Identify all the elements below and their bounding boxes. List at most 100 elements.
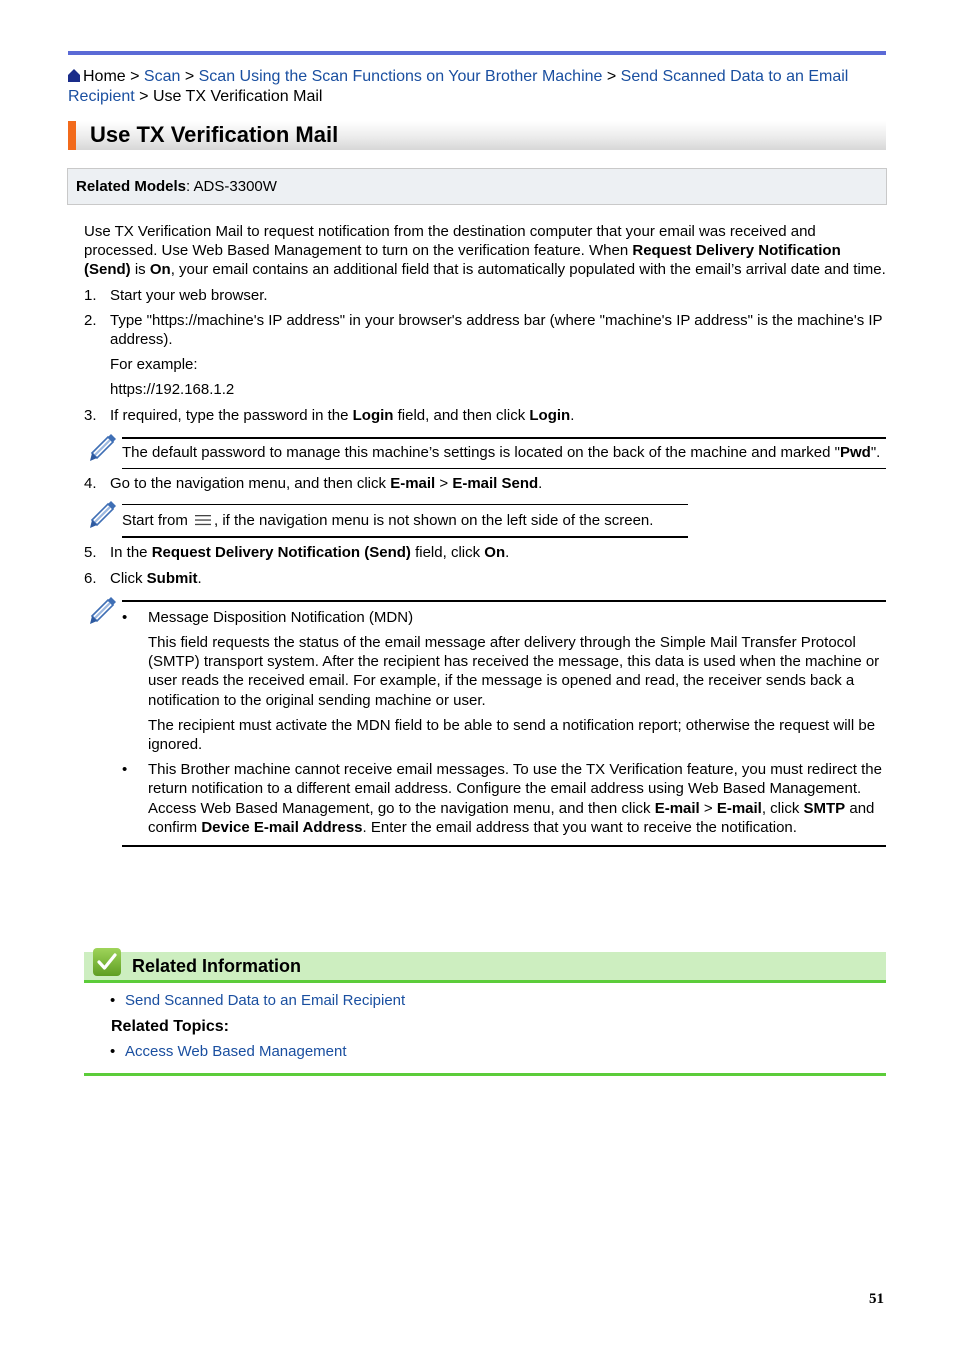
step-text-part: Click xyxy=(110,569,147,587)
related-models-label: Related Models xyxy=(76,178,187,195)
step-text-part: > xyxy=(435,475,453,493)
breadcrumb-home[interactable]: Home xyxy=(83,68,126,85)
step-example-url: https://192.168.1.2 xyxy=(110,381,235,399)
bullet-paragraph: This Brother machine cannot receive emai… xyxy=(148,760,886,837)
step-1: 1. Start your web browser. xyxy=(84,286,886,305)
top-rule xyxy=(68,51,886,55)
step-number: 3. xyxy=(84,406,97,424)
step-4: 4. Go to the navigation menu, and then c… xyxy=(84,474,886,493)
step-number: 1. xyxy=(84,286,97,304)
bullet-bold: E-mail xyxy=(716,799,762,817)
related-information-header: Related Information xyxy=(84,948,886,983)
step-example-label: For example: xyxy=(110,356,198,374)
step-bold: Login xyxy=(352,406,394,424)
main-content: Use TX Verification Mail to request noti… xyxy=(84,222,886,848)
step-bold: Submit xyxy=(146,569,198,587)
note-text: , if the navigation menu is not shown on… xyxy=(214,512,654,530)
related-info-item: • Send Scanned Data to an Email Recipient xyxy=(84,991,886,1010)
bullet-text: > xyxy=(699,799,717,817)
related-topics-list: • Access Web Based Management xyxy=(84,1042,886,1061)
step-text-part: . xyxy=(570,406,575,424)
step-text-part: field, and then click xyxy=(393,406,530,424)
related-information-title: Related Information xyxy=(132,956,302,976)
title-bar: Use TX Verification Mail xyxy=(68,121,886,150)
related-models-separator: : xyxy=(186,178,194,195)
step-text-part: field, click xyxy=(410,544,485,562)
step-text-part: . xyxy=(505,544,510,562)
related-link-access-web-based-management[interactable]: Access Web Based Management xyxy=(125,1043,347,1060)
note-text: The default password to manage this mach… xyxy=(122,443,840,461)
bullet-paragraph: The recipient must activate the MDN fiel… xyxy=(148,716,876,754)
step-6: 6. Click Submit. xyxy=(84,569,886,588)
related-information: Related Information • Send Scanned Data t… xyxy=(84,948,886,1076)
breadcrumb-link-scan[interactable]: Scan xyxy=(144,68,180,85)
related-link-send-scanned-data[interactable]: Send Scanned Data to an Email Recipient xyxy=(125,992,405,1009)
intro-text: is xyxy=(130,261,150,279)
bullet-text: . Enter the email address that you want … xyxy=(362,818,797,836)
related-topics-label: Related Topics: xyxy=(111,1018,229,1035)
step-bold: On xyxy=(484,544,506,562)
pencil-icon xyxy=(90,501,116,529)
related-info-list: • Send Scanned Data to an Email Recipient xyxy=(84,991,886,1010)
bullet: • xyxy=(110,1043,116,1060)
step-number: 6. xyxy=(84,569,97,587)
bullet-bold: E-mail xyxy=(654,799,700,817)
step-bold: E-mail Send xyxy=(452,475,539,493)
step-3: 3. If required, type the password in the… xyxy=(84,406,886,425)
related-topic-item: • Access Web Based Management xyxy=(84,1042,886,1061)
note-body: Start from , if the navigation menu is n… xyxy=(122,504,688,539)
note-mdn: • Message Disposition Notification (MDN)… xyxy=(84,596,886,848)
related-models-value: ADS-3300W xyxy=(193,178,277,195)
step-number: 5. xyxy=(84,544,97,562)
note-bullet-mdn: • Message Disposition Notification (MDN)… xyxy=(122,608,886,754)
title-accent xyxy=(68,121,76,150)
breadcrumb: Home > Scan > Scan Using the Scan Functi… xyxy=(68,67,868,107)
breadcrumb-separator: > xyxy=(180,68,199,85)
pencil-icon xyxy=(90,596,116,624)
bullet-bold: SMTP xyxy=(803,799,846,817)
intro-paragraph: Use TX Verification Mail to request noti… xyxy=(84,222,886,280)
home-icon[interactable] xyxy=(68,69,80,82)
bullet-text: , click xyxy=(761,799,804,817)
page-number: 51 xyxy=(869,1291,884,1307)
bullet: • xyxy=(110,992,116,1009)
step-text: If required, type the password in the Lo… xyxy=(110,406,886,425)
step-2: 2. Type "https://machine's IP address" i… xyxy=(84,311,886,400)
related-bottom-rule xyxy=(84,1073,886,1076)
breadcrumb-separator: > xyxy=(602,68,621,85)
step-bold: E-mail xyxy=(390,475,436,493)
breadcrumb-current: Use TX Verification Mail xyxy=(152,88,323,105)
breadcrumb-separator: > xyxy=(134,88,153,105)
bullet: • xyxy=(122,761,128,779)
note-body: The default password to manage this mach… xyxy=(122,436,886,470)
step-text-part: If required, type the password in the xyxy=(110,406,353,424)
intro-text: , your email contains an additional fiel… xyxy=(170,261,886,279)
pencil-icon xyxy=(90,433,116,461)
note-text: Start from xyxy=(122,512,193,530)
step-number: 4. xyxy=(84,475,97,493)
step-bold: Request Delivery Notification (Send) xyxy=(151,544,411,562)
step-text: Go to the navigation menu, and then clic… xyxy=(110,474,886,493)
step-text: Start your web browser. xyxy=(110,286,268,304)
related-models: Related Models: ADS-3300W xyxy=(76,178,277,195)
step-text-part: . xyxy=(538,475,543,493)
page-title: Use TX Verification Mail xyxy=(90,122,339,147)
note-navigation-menu: Start from , if the navigation menu is n… xyxy=(84,501,886,539)
step-bold: Login xyxy=(529,406,571,424)
note-bold: Pwd xyxy=(839,443,871,461)
checkmark-icon xyxy=(93,948,121,976)
bullet: • xyxy=(122,608,128,626)
note-default-password: The default password to manage this mach… xyxy=(84,433,886,470)
breadcrumb-separator: > xyxy=(125,68,144,85)
step-5: 5. In the Request Delivery Notification … xyxy=(84,543,886,562)
step-text: Click Submit. xyxy=(110,569,886,588)
step-text-part: Go to the navigation menu, and then clic… xyxy=(110,475,391,493)
step-text-part: . xyxy=(197,569,202,587)
note-text: ". xyxy=(870,443,881,461)
related-models-box: Related Models: ADS-3300W xyxy=(67,168,887,205)
bullet-title: Message Disposition Notification (MDN) xyxy=(148,608,414,626)
bullet-paragraph: This field requests the status of the em… xyxy=(148,634,880,709)
step-text: Type "https://machine's IP address" in y… xyxy=(110,311,883,349)
note-body: • Message Disposition Notification (MDN)… xyxy=(122,599,886,848)
breadcrumb-link-scan-functions[interactable]: Scan Using the Scan Functions on Your Br… xyxy=(199,68,603,85)
